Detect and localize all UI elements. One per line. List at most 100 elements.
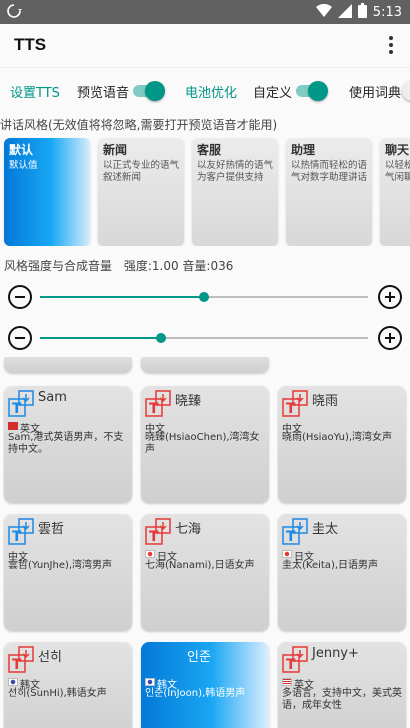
- volume-slider-row: [0, 323, 410, 353]
- voice-name: 晓雨: [312, 394, 339, 409]
- svg-text:T: T: [286, 657, 296, 673]
- style-name: 客服: [197, 143, 222, 157]
- svg-text:T: T: [149, 529, 159, 545]
- increase-strength-button[interactable]: [378, 285, 402, 309]
- style-desc: 以轻松、随意的语气闲聊: [385, 160, 410, 183]
- flag-icon: [282, 678, 292, 686]
- style-name: 助理: [291, 143, 316, 157]
- style-hint: 讲话风格(无效值将将忽略,需要打开预览语音才能用): [0, 118, 278, 132]
- voice-card-sunhi[interactable]: T 선히 韩文 선히(SunHi),韩语女声: [4, 642, 132, 728]
- style-desc: 默认值: [9, 160, 38, 171]
- style-card-news[interactable]: 新闻 以正式专业的语气叙述新闻: [98, 138, 184, 246]
- voice-description: 선히(SunHi),韩语女声: [8, 688, 107, 699]
- svg-text:T: T: [12, 529, 22, 545]
- tts-voice-icon: T: [8, 646, 36, 674]
- voice-name: 七海: [175, 522, 202, 537]
- voice-name: Sam: [38, 390, 67, 405]
- voice-description: 인준(InJoon),韩语男声: [145, 688, 246, 699]
- tts-voice-icon: T: [145, 390, 173, 418]
- svg-text:T: T: [12, 657, 22, 673]
- tts-voice-icon: T: [145, 518, 173, 546]
- style-name: 默认: [9, 143, 34, 157]
- flag-icon: [8, 678, 18, 686]
- voice-description: Sam,港式英语男声，不支持中文。: [8, 432, 124, 455]
- strength-slider[interactable]: [40, 292, 368, 302]
- svg-text:T: T: [286, 401, 296, 417]
- app-title: TTS: [14, 35, 47, 54]
- strength-label: 风格强度与合成音量: [4, 259, 113, 273]
- style-desc: 以友好热情的语气为客户提供支持: [197, 160, 274, 183]
- voice-name: 인준: [187, 650, 211, 665]
- battery-icon: [357, 3, 367, 22]
- voice-card-keita[interactable]: T 圭太 日文 圭太(Keita),日语男声: [278, 514, 406, 631]
- voice-card-yunjhe[interactable]: T 雲哲 中文 雲哲(YunJhe),湾湾男声: [4, 514, 132, 631]
- status-bar: 5:13: [0, 0, 410, 24]
- voice-description: 晓雨(HsiaoYu),湾湾女声: [282, 432, 393, 443]
- voice-card-hsiaoyu[interactable]: T 晓雨 中文 晓雨(HsiaoYu),湾湾女声: [278, 386, 406, 503]
- voice-card[interactable]: [4, 357, 132, 373]
- strength-slider-thumb[interactable]: [199, 292, 209, 302]
- voice-name: 선히: [38, 650, 62, 665]
- tts-voice-icon: T: [8, 390, 36, 418]
- voice-card-nanami[interactable]: T 七海 日文 七海(Nanami),日语女声: [141, 514, 269, 631]
- voice-card-sam[interactable]: T Sam 英文 Sam,港式英语男声，不支持中文。: [4, 386, 132, 503]
- voice-description: 多语言，支持中文，美式英语，成年女性: [282, 688, 402, 711]
- app-bar: TTS: [0, 24, 410, 68]
- voice-grid: T Sam 英文 Sam,港式英语男声，不支持中文。 T 晓臻 中文 晓臻(Hs…: [0, 357, 410, 728]
- voice-name: Jenny+: [312, 646, 359, 661]
- use-dictionary-switch[interactable]: [402, 81, 410, 101]
- more-vert-icon[interactable]: [384, 34, 398, 58]
- style-desc: 以热情而轻松的语气对数字助理讲话: [291, 160, 368, 183]
- style-card-chat[interactable]: 聊天 以轻松、随意的语气闲聊: [380, 138, 410, 246]
- svg-text:T: T: [12, 401, 22, 417]
- style-list: 默认 默认值 新闻 以正式专业的语气叙述新闻 客服 以友好热情的语气为客户提供支…: [0, 134, 410, 246]
- strength-label-row: 风格强度与合成音量 强度:1.00 音量:036: [4, 257, 233, 274]
- style-desc: 以正式专业的语气叙述新闻: [103, 160, 180, 183]
- svg-text:T: T: [149, 401, 159, 417]
- flag-icon: [8, 422, 18, 430]
- voice-card-hsiaochen[interactable]: T 晓臻 中文 晓臻(HsiaoChen),湾湾女声: [141, 386, 269, 503]
- tts-voice-icon: T: [8, 518, 36, 546]
- voice-card-injoon[interactable]: 인준 韩文 인준(InJoon),韩语男声: [141, 642, 269, 728]
- strength-slider-row: [0, 282, 410, 312]
- increase-volume-button[interactable]: [378, 326, 402, 350]
- decrease-strength-button[interactable]: [8, 285, 32, 309]
- voice-name: 雲哲: [38, 522, 65, 537]
- voice-description: 雲哲(YunJhe),湾湾男声: [8, 560, 113, 571]
- flag-icon: [282, 550, 292, 558]
- preview-voice-switch[interactable]: [131, 81, 165, 101]
- voice-description: 晓臻(HsiaoChen),湾湾女声: [145, 432, 260, 455]
- wifi-icon: [315, 3, 332, 22]
- style-name: 聊天: [385, 143, 410, 157]
- tts-voice-icon: T: [282, 646, 310, 674]
- setup-tts-button[interactable]: 设置TTS: [10, 82, 60, 101]
- use-dictionary-label: 使用词典: [349, 86, 402, 101]
- volume-slider-thumb[interactable]: [156, 333, 167, 343]
- style-card-default[interactable]: 默认 默认值: [4, 138, 90, 246]
- voice-description: 七海(Nanami),日语女声: [145, 560, 255, 571]
- signal-icon: [337, 3, 352, 22]
- voice-description: 圭太(Keita),日语男声: [282, 560, 379, 571]
- preview-voice-label: 预览语音: [77, 86, 130, 101]
- custom-label: 自定义: [253, 86, 293, 101]
- flag-icon: [145, 678, 155, 686]
- options-toolbar: 设置TTS 预览语音 电池优化 自定义 使用词典: [0, 68, 410, 114]
- custom-switch[interactable]: [294, 81, 328, 101]
- style-card-customer-service[interactable]: 客服 以友好热情的语气为客户提供支持: [192, 138, 278, 246]
- voice-card-jenny[interactable]: T Jenny+ 英文 多语言，支持中文，美式英语，成年女性: [278, 642, 406, 728]
- tts-voice-icon: T: [282, 390, 310, 418]
- style-name: 新闻: [103, 143, 128, 157]
- clock-time: 5:13: [372, 5, 402, 20]
- svg-text:T: T: [286, 529, 296, 545]
- tts-voice-icon: T: [282, 518, 310, 546]
- strength-value: 强度:1.00 音量:036: [123, 259, 234, 273]
- decrease-volume-button[interactable]: [8, 326, 32, 350]
- style-card-assistant[interactable]: 助理 以热情而轻松的语气对数字助理讲话: [286, 138, 372, 246]
- voice-name: 圭太: [312, 522, 339, 537]
- volume-slider[interactable]: [40, 333, 368, 343]
- voice-name: 晓臻: [175, 394, 202, 409]
- sync-icon: [6, 3, 22, 23]
- battery-optimization-button[interactable]: 电池优化: [185, 82, 237, 101]
- voice-card[interactable]: [141, 357, 269, 373]
- flag-icon: [145, 550, 155, 558]
